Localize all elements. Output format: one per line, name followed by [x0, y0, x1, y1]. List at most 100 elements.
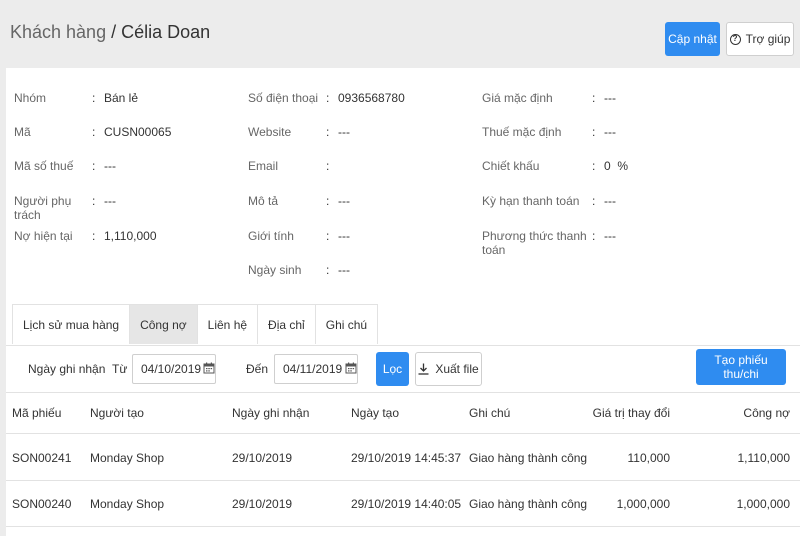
info-payment-method: Phương thức thanh toán : --- — [482, 229, 616, 257]
info-label: Giới tính — [248, 229, 294, 243]
cell-creator: Monday Shop — [90, 451, 165, 465]
info-colon: : — [326, 125, 330, 139]
info-label: Nợ hiện tại — [14, 229, 73, 243]
tab-contact[interactable]: Liên hệ — [196, 304, 259, 344]
info-value: --- — [338, 125, 350, 139]
tab-debt[interactable]: Công nợ — [129, 304, 198, 344]
page-title: Khách hàng / Célia Doan — [10, 22, 210, 43]
info-code: Mã : CUSN00065 — [14, 125, 171, 139]
help-button[interactable]: ? Trợ giúp — [726, 22, 794, 56]
info-default-tax: Thuế mặc định : --- — [482, 125, 616, 139]
info-label: Ngày sinh — [248, 263, 302, 277]
info-payment-term: Kỳ hạn thanh toán : --- — [482, 194, 616, 208]
info-tax-code: Mã số thuế : --- — [14, 159, 116, 173]
info-value: --- — [338, 263, 350, 277]
info-description: Mô tả : --- — [248, 194, 350, 208]
info-colon: : — [92, 229, 96, 243]
detail-tabs: Lịch sử mua hàng Công nợ Liên hệ Địa chỉ… — [12, 304, 379, 344]
col-header-created-date: Ngày tạo — [351, 406, 400, 420]
tab-notes[interactable]: Ghi chú — [314, 304, 379, 344]
info-birthday: Ngày sinh : --- — [248, 263, 350, 277]
col-header-note: Ghi chú — [469, 406, 511, 420]
date-filter-label: Ngày ghi nhận — [28, 362, 106, 376]
update-button[interactable]: Cập nhật — [665, 22, 720, 56]
tab-purchase-history[interactable]: Lịch sử mua hàng — [12, 304, 131, 344]
info-label: Mã số thuế — [14, 159, 74, 173]
col-header-change-value: Giá trị thay đổi — [592, 406, 670, 420]
info-colon: : — [326, 91, 330, 105]
to-label: Đến — [246, 362, 269, 376]
info-colon: : — [326, 229, 330, 243]
info-label: Website — [248, 125, 292, 139]
from-label: Từ — [112, 362, 128, 376]
info-discount: Chiết khấu : 0 % — [482, 159, 628, 173]
info-colon: : — [92, 91, 96, 105]
breadcrumb-parent[interactable]: Khách hàng — [10, 22, 106, 42]
cell-created-date: 29/10/2019 14:45:37 — [351, 451, 462, 465]
cell-code: SON00241 — [12, 451, 72, 465]
info-group: Nhóm : Bán lẻ — [14, 91, 138, 105]
breadcrumb-separator: / — [106, 22, 122, 42]
info-colon: : — [326, 263, 330, 277]
info-label: Mô tả — [248, 194, 279, 208]
info-phone: Số điện thoại : 0936568780 — [248, 91, 405, 105]
col-header-debt: Công nợ — [743, 406, 790, 420]
table-row[interactable]: SON00240 Monday Shop 29/10/2019 29/10/20… — [6, 481, 800, 527]
info-colon: : — [92, 194, 96, 208]
tab-address[interactable]: Địa chỉ — [257, 304, 316, 344]
from-date-value: 04/10/2019 — [141, 362, 202, 376]
info-value: --- — [338, 229, 350, 243]
info-value: 1,110,000 — [104, 229, 157, 243]
info-value: --- — [604, 194, 616, 208]
info-colon: : — [592, 125, 596, 139]
col-header-code: Mã phiếu — [12, 406, 62, 420]
info-default-price: Giá mặc định : --- — [482, 91, 616, 105]
filter-button[interactable]: Lọc — [376, 352, 409, 386]
info-email: Email : — [248, 159, 338, 173]
col-header-creator: Người tạo — [90, 406, 144, 420]
info-label: Nhóm — [14, 91, 47, 105]
question-circle-icon: ? — [729, 33, 741, 45]
customer-name: Célia Doan — [121, 22, 211, 42]
info-value: --- — [604, 229, 616, 243]
info-colon: : — [592, 159, 596, 173]
to-date-value: 04/11/2019 — [283, 362, 343, 376]
create-receipt-button[interactable]: Tạo phiếu thu/chi — [696, 349, 786, 385]
info-label: Số điện thoại — [248, 91, 319, 105]
calendar-icon[interactable] — [203, 362, 215, 374]
info-colon: : — [592, 91, 596, 105]
info-value: 0936568780 — [338, 91, 405, 105]
info-value: --- — [338, 194, 350, 208]
info-colon: : — [92, 125, 96, 139]
table-header: Mã phiếu Người tạo Ngày ghi nhận Ngày tạ… — [6, 392, 800, 434]
help-label: Trợ giúp — [745, 32, 791, 46]
info-value: --- — [104, 159, 116, 173]
col-header-record-date: Ngày ghi nhận — [232, 406, 310, 420]
info-current-debt: Nợ hiện tại : 1,110,000 — [14, 229, 157, 243]
info-colon: : — [592, 229, 596, 243]
info-value: CUSN00065 — [104, 125, 172, 139]
cell-code: SON00240 — [12, 497, 72, 511]
customer-detail-panel: Nhóm : Bán lẻ Mã : CUSN00065 Mã số thuế … — [6, 68, 800, 536]
download-icon — [418, 363, 429, 375]
info-colon: : — [592, 194, 596, 208]
export-file-button[interactable]: Xuất file — [415, 352, 482, 386]
cell-debt: 1,000,000 — [736, 497, 790, 511]
page-header: Khách hàng / Célia Doan Cập nhật ? Trợ g… — [0, 0, 800, 68]
table-row[interactable]: SON00241 Monday Shop 29/10/2019 29/10/20… — [6, 435, 800, 481]
info-value: --- — [604, 125, 616, 139]
info-value: 0 % — [604, 159, 629, 173]
info-assignee: Người phụ trách : --- — [14, 194, 116, 222]
info-label: Kỳ hạn thanh toán — [482, 194, 580, 208]
info-colon: : — [326, 159, 330, 173]
cell-change-value: 1,000,000 — [616, 497, 670, 511]
tabs-divider — [6, 345, 800, 346]
info-colon: : — [92, 159, 96, 173]
info-gender: Giới tính : --- — [248, 229, 350, 243]
cell-creator: Monday Shop — [90, 497, 165, 511]
cell-record-date: 29/10/2019 — [232, 497, 293, 511]
calendar-icon[interactable] — [345, 362, 357, 374]
info-label: Mã — [14, 125, 31, 139]
info-colon: : — [326, 194, 330, 208]
info-label: Phương thức thanh toán — [482, 229, 587, 257]
